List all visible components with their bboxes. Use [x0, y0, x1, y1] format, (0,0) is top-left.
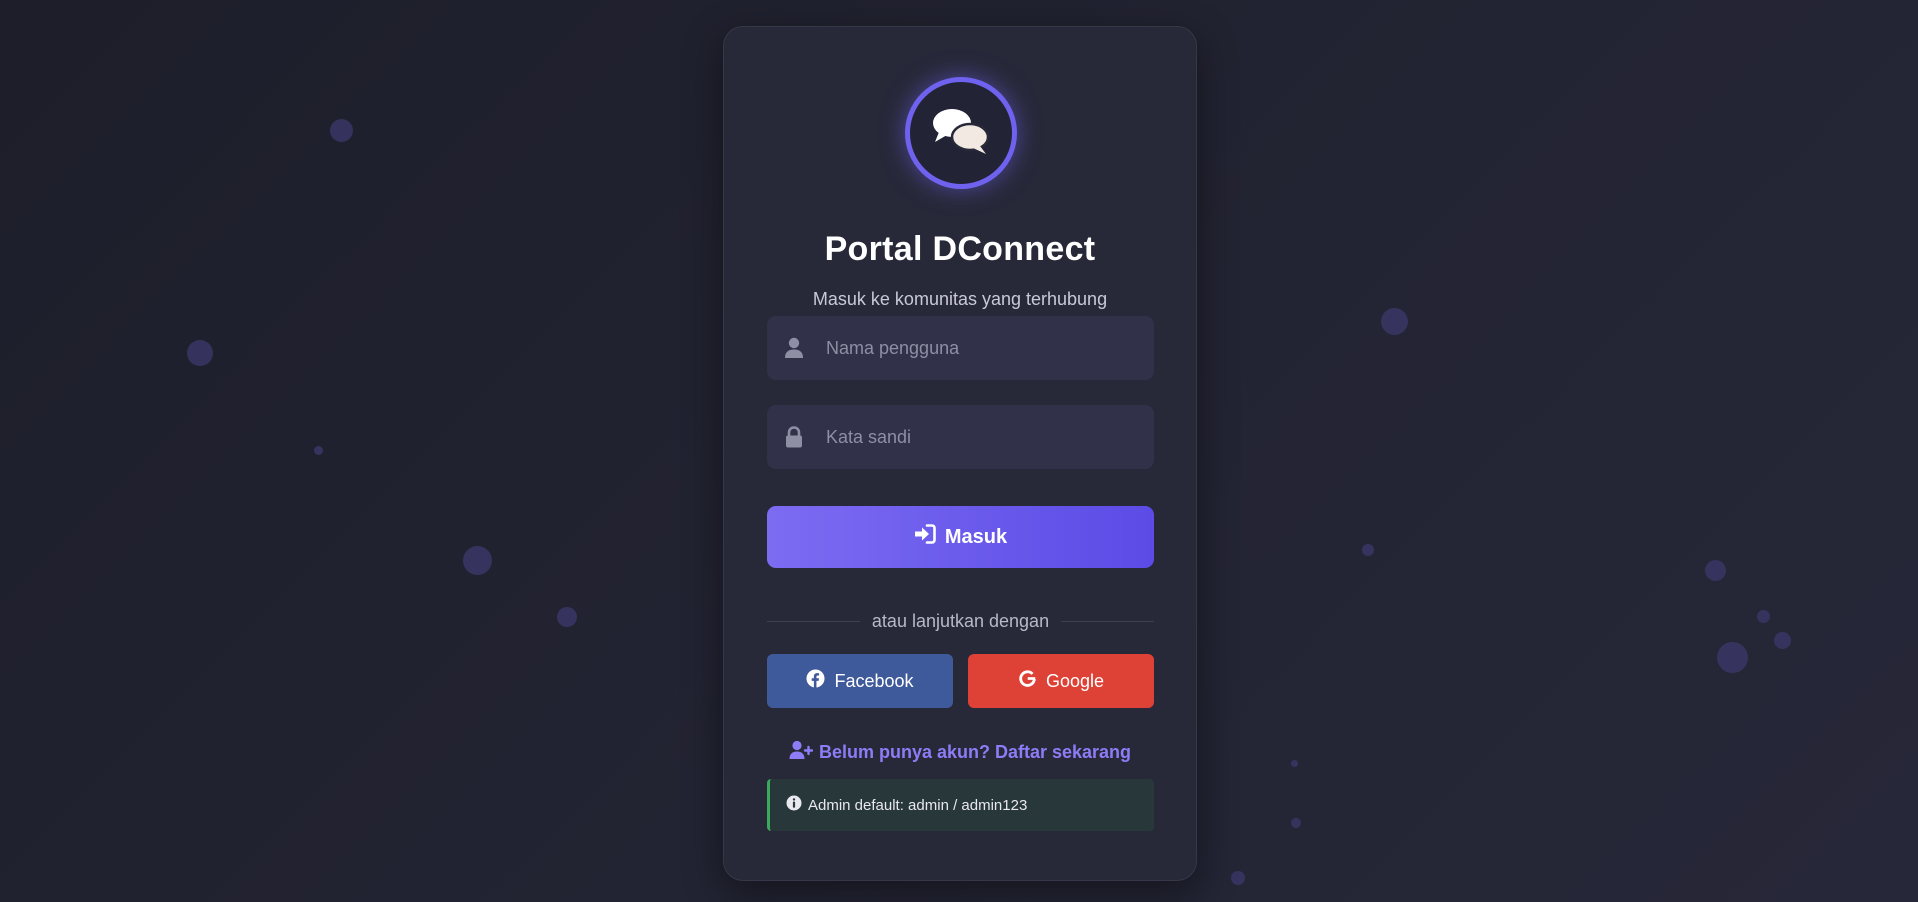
divider: atau lanjutkan dengan	[767, 611, 1154, 632]
background-particle	[1774, 632, 1791, 649]
logo	[905, 77, 1017, 189]
login-card: Portal DConnect Masuk ke komunitas yang …	[723, 26, 1197, 881]
password-input[interactable]	[804, 404, 1154, 470]
register-link-label: Belum punya akun? Daftar sekarang	[818, 742, 1132, 762]
background-particle	[463, 546, 492, 575]
info-icon	[786, 795, 802, 815]
username-input[interactable]	[804, 315, 1154, 381]
background-particle	[1291, 760, 1298, 767]
background-particle	[330, 119, 353, 142]
background-particle	[314, 446, 323, 455]
background-particle	[1757, 610, 1770, 623]
background-particle	[1381, 308, 1408, 335]
login-button[interactable]: Masuk	[767, 506, 1154, 568]
background-particle	[1291, 818, 1301, 828]
register-link[interactable]: Belum punya akun? Daftar sekarang	[724, 740, 1196, 765]
info-text: Admin default: admin / admin123	[808, 796, 1028, 814]
background-particle	[1231, 871, 1245, 885]
divider-line	[767, 621, 860, 622]
login-button-label: Masuk	[944, 525, 1008, 548]
facebook-icon	[806, 669, 825, 693]
background-particle	[1717, 642, 1748, 673]
background-particle	[1362, 544, 1374, 556]
google-icon	[1018, 669, 1037, 693]
divider-text: atau lanjutkan dengan	[871, 611, 1050, 631]
facebook-label: Facebook	[834, 670, 914, 691]
info-alert: Admin default: admin / admin123	[767, 779, 1154, 831]
page-title: Portal DConnect	[824, 230, 1096, 268]
google-login-button[interactable]: Google	[968, 654, 1154, 708]
username-field[interactable]	[767, 315, 1154, 381]
password-field[interactable]	[767, 404, 1154, 470]
sign-in-icon	[914, 524, 936, 550]
google-label: Google	[1045, 670, 1105, 691]
background-particle	[187, 340, 213, 366]
background-particle	[557, 607, 577, 627]
comments-icon	[930, 106, 992, 161]
user-plus-icon	[789, 740, 814, 765]
lock-icon	[784, 426, 804, 448]
divider-line	[1061, 621, 1154, 622]
background-particle	[1705, 560, 1726, 581]
page-subtitle: Masuk ke komunitas yang terhubung	[812, 289, 1108, 309]
user-icon	[784, 337, 804, 359]
facebook-login-button[interactable]: Facebook	[767, 654, 953, 708]
